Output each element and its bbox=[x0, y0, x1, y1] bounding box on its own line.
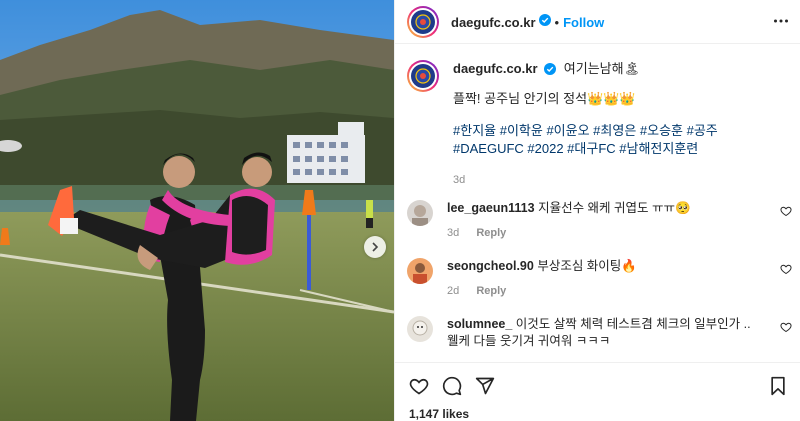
comment-time[interactable]: 3d bbox=[447, 227, 459, 239]
post-header: daegufc.co.kr • Follow bbox=[395, 0, 800, 44]
photo-scene bbox=[0, 0, 394, 421]
caption-hashtags[interactable]: #한지율 #이학윤 #이윤오 #최영은 #오승훈 #공주 #DAEGUFC #2… bbox=[453, 122, 788, 158]
caption-avatar[interactable] bbox=[407, 60, 439, 92]
comment-username[interactable]: solumnee_ bbox=[447, 317, 512, 331]
commenter-avatar[interactable] bbox=[407, 258, 433, 284]
commenter-avatar[interactable] bbox=[407, 316, 433, 342]
header-separator: • bbox=[554, 14, 560, 30]
heart-icon[interactable] bbox=[780, 262, 792, 280]
post-photo[interactable] bbox=[0, 0, 394, 421]
reply-button[interactable]: Reply bbox=[476, 227, 506, 239]
caption-username[interactable]: daegufc.co.kr bbox=[453, 61, 538, 76]
caption-line-1: 여기는남해🏝 bbox=[563, 61, 641, 76]
comment-username[interactable]: lee_gaeun1113 bbox=[447, 201, 535, 215]
likes-count[interactable]: 1,147 likes bbox=[409, 407, 469, 421]
heart-icon[interactable] bbox=[780, 320, 792, 338]
heart-icon[interactable] bbox=[780, 204, 792, 222]
reply-button[interactable]: Reply bbox=[476, 285, 506, 297]
caption-line-2: 플짝! 공주님 안기의 정석👑👑👑 bbox=[453, 91, 636, 106]
bookmark-icon[interactable] bbox=[769, 376, 787, 401]
club-logo-icon bbox=[411, 10, 435, 34]
post-panel: daegufc.co.kr • Follow daegufc.co.kr 여기는… bbox=[394, 0, 800, 421]
comment-text: 지율선수 왜케 귀엽도 ㅠㅠ🥺 bbox=[538, 201, 691, 215]
author-avatar[interactable] bbox=[407, 6, 439, 38]
comment-username[interactable]: seongcheol.90 bbox=[447, 259, 534, 273]
next-arrow-icon bbox=[372, 242, 379, 252]
club-logo-icon bbox=[411, 64, 435, 88]
verified-badge-icon bbox=[544, 62, 557, 80]
caption-text: daegufc.co.kr 여기는남해🏝 플짝! 공주님 안기의 정석👑👑👑 #… bbox=[453, 60, 788, 189]
heart-icon[interactable] bbox=[409, 376, 429, 401]
caption-time[interactable]: 3d bbox=[453, 174, 465, 186]
share-icon[interactable] bbox=[475, 376, 495, 401]
follow-button[interactable]: Follow bbox=[563, 15, 604, 30]
verified-badge-icon bbox=[538, 13, 551, 31]
comment-item: seongcheol.90 부상조심 화이팅🔥 2d Reply bbox=[407, 258, 792, 300]
commenter-avatar[interactable] bbox=[407, 200, 433, 226]
more-options-icon[interactable] bbox=[773, 13, 789, 34]
caption: daegufc.co.kr 여기는남해🏝 플짝! 공주님 안기의 정석👑👑👑 #… bbox=[407, 60, 792, 189]
comment-item: lee_gaeun1113 지율선수 왜케 귀엽도 ㅠㅠ🥺 3d Reply bbox=[407, 200, 792, 242]
post-actions bbox=[395, 362, 800, 408]
comment-text: 부상조심 화이팅🔥 bbox=[537, 259, 637, 273]
comment-icon[interactable] bbox=[442, 376, 462, 401]
header-user-row: daegufc.co.kr • Follow bbox=[451, 13, 604, 31]
comment-time[interactable]: 2d bbox=[447, 285, 459, 297]
comment-item: solumnee_ 이것도 살짝 체력 테스트겸 체크의 일부인가 .. 웰케 … bbox=[407, 316, 792, 350]
next-photo-button[interactable] bbox=[364, 236, 386, 258]
header-username[interactable]: daegufc.co.kr bbox=[451, 15, 536, 30]
